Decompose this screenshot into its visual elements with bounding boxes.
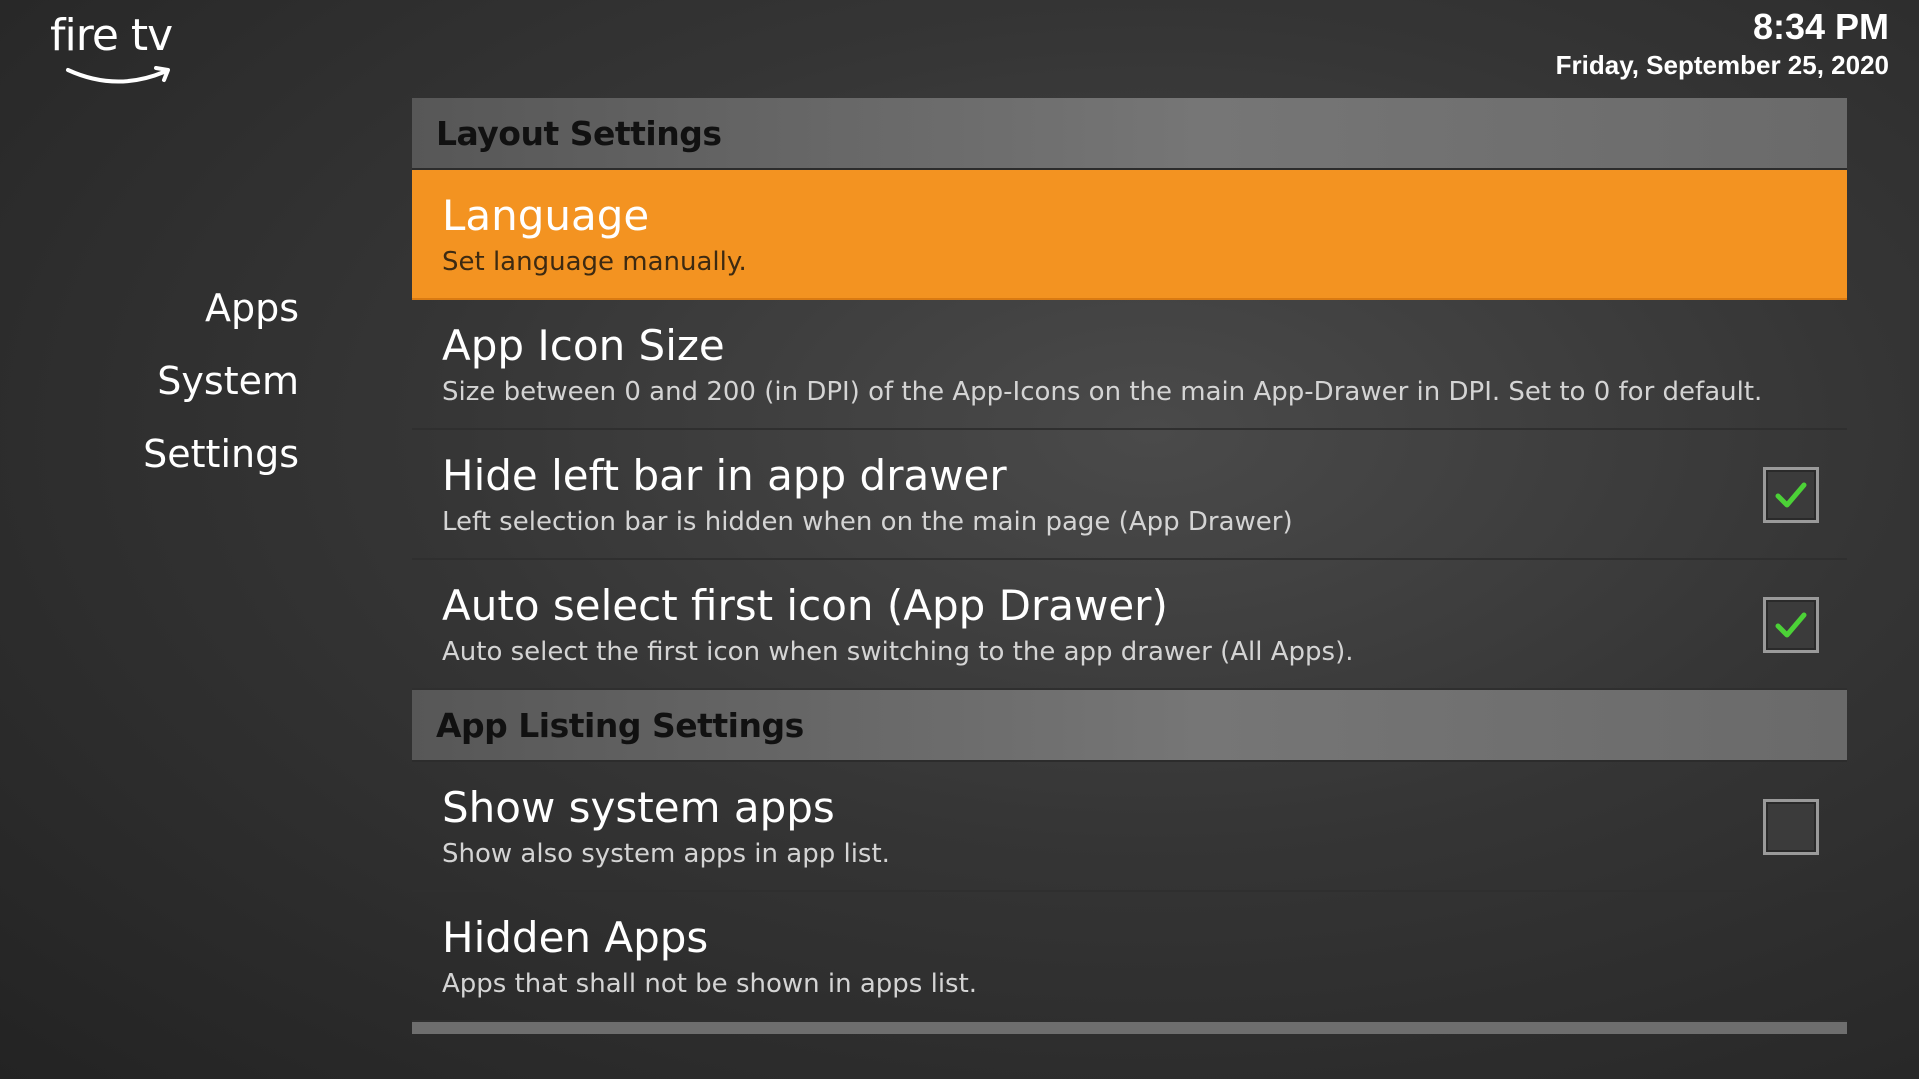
setting-description: Set language manually. [442, 247, 747, 277]
scroll-indicator-bar [412, 1022, 1847, 1034]
setting-title: Show system apps [442, 783, 835, 832]
section-header-app-listing: App Listing Settings [412, 690, 1847, 762]
setting-language[interactable]: Language Set language manually. [412, 170, 1847, 300]
clock-time: 8:34 PM [1752, 6, 1889, 47]
setting-title: Hide left bar in app drawer [442, 451, 1007, 500]
clock: 8:34 PM Friday, September 25, 2020 [1556, 6, 1889, 82]
setting-app-icon-size[interactable]: App Icon Size Size between 0 and 200 (in… [412, 300, 1847, 430]
setting-description: Auto select the first icon when switchin… [442, 637, 1354, 667]
setting-description: Apps that shall not be shown in apps lis… [442, 969, 978, 999]
setting-title: Auto select first icon (App Drawer) [442, 581, 1168, 630]
show-system-apps-checkbox[interactable] [1763, 799, 1819, 855]
nav-item-system[interactable]: System [143, 345, 299, 418]
nav-item-apps[interactable]: Apps [143, 272, 299, 345]
section-header-layout: Layout Settings [412, 98, 1847, 170]
setting-hide-left-bar[interactable]: Hide left bar in app drawer Left selecti… [412, 430, 1847, 560]
setting-description: Show also system apps in app list. [442, 839, 890, 869]
setting-auto-select-first-icon[interactable]: Auto select first icon (App Drawer) Auto… [412, 560, 1847, 690]
settings-panel: Layout Settings Language Set language ma… [412, 98, 1847, 1034]
section-header-label: Layout Settings [436, 113, 722, 153]
checkmark-icon [1775, 482, 1807, 508]
setting-title: Language [442, 191, 650, 240]
setting-title: Hidden Apps [442, 913, 709, 962]
auto-select-checkbox[interactable] [1763, 597, 1819, 653]
amazon-smile-icon [66, 66, 170, 84]
setting-description: Size between 0 and 200 (in DPI) of the A… [442, 377, 1763, 407]
setting-description: Left selection bar is hidden when on the… [442, 507, 1293, 537]
logo-text: fire tv [50, 10, 173, 61]
hide-left-bar-checkbox[interactable] [1763, 467, 1819, 523]
nav-item-settings[interactable]: Settings [143, 418, 299, 491]
clock-date: Friday, September 25, 2020 [1555, 50, 1889, 80]
setting-title: App Icon Size [442, 321, 725, 370]
setting-show-system-apps[interactable]: Show system apps Show also system apps i… [412, 762, 1847, 892]
setting-hidden-apps[interactable]: Hidden Apps Apps that shall not be shown… [412, 892, 1847, 1022]
left-nav: Apps System Settings [143, 272, 299, 491]
fire-tv-logo: fire tv [50, 14, 180, 84]
section-header-label: App Listing Settings [436, 705, 804, 745]
checkmark-icon [1775, 612, 1807, 638]
